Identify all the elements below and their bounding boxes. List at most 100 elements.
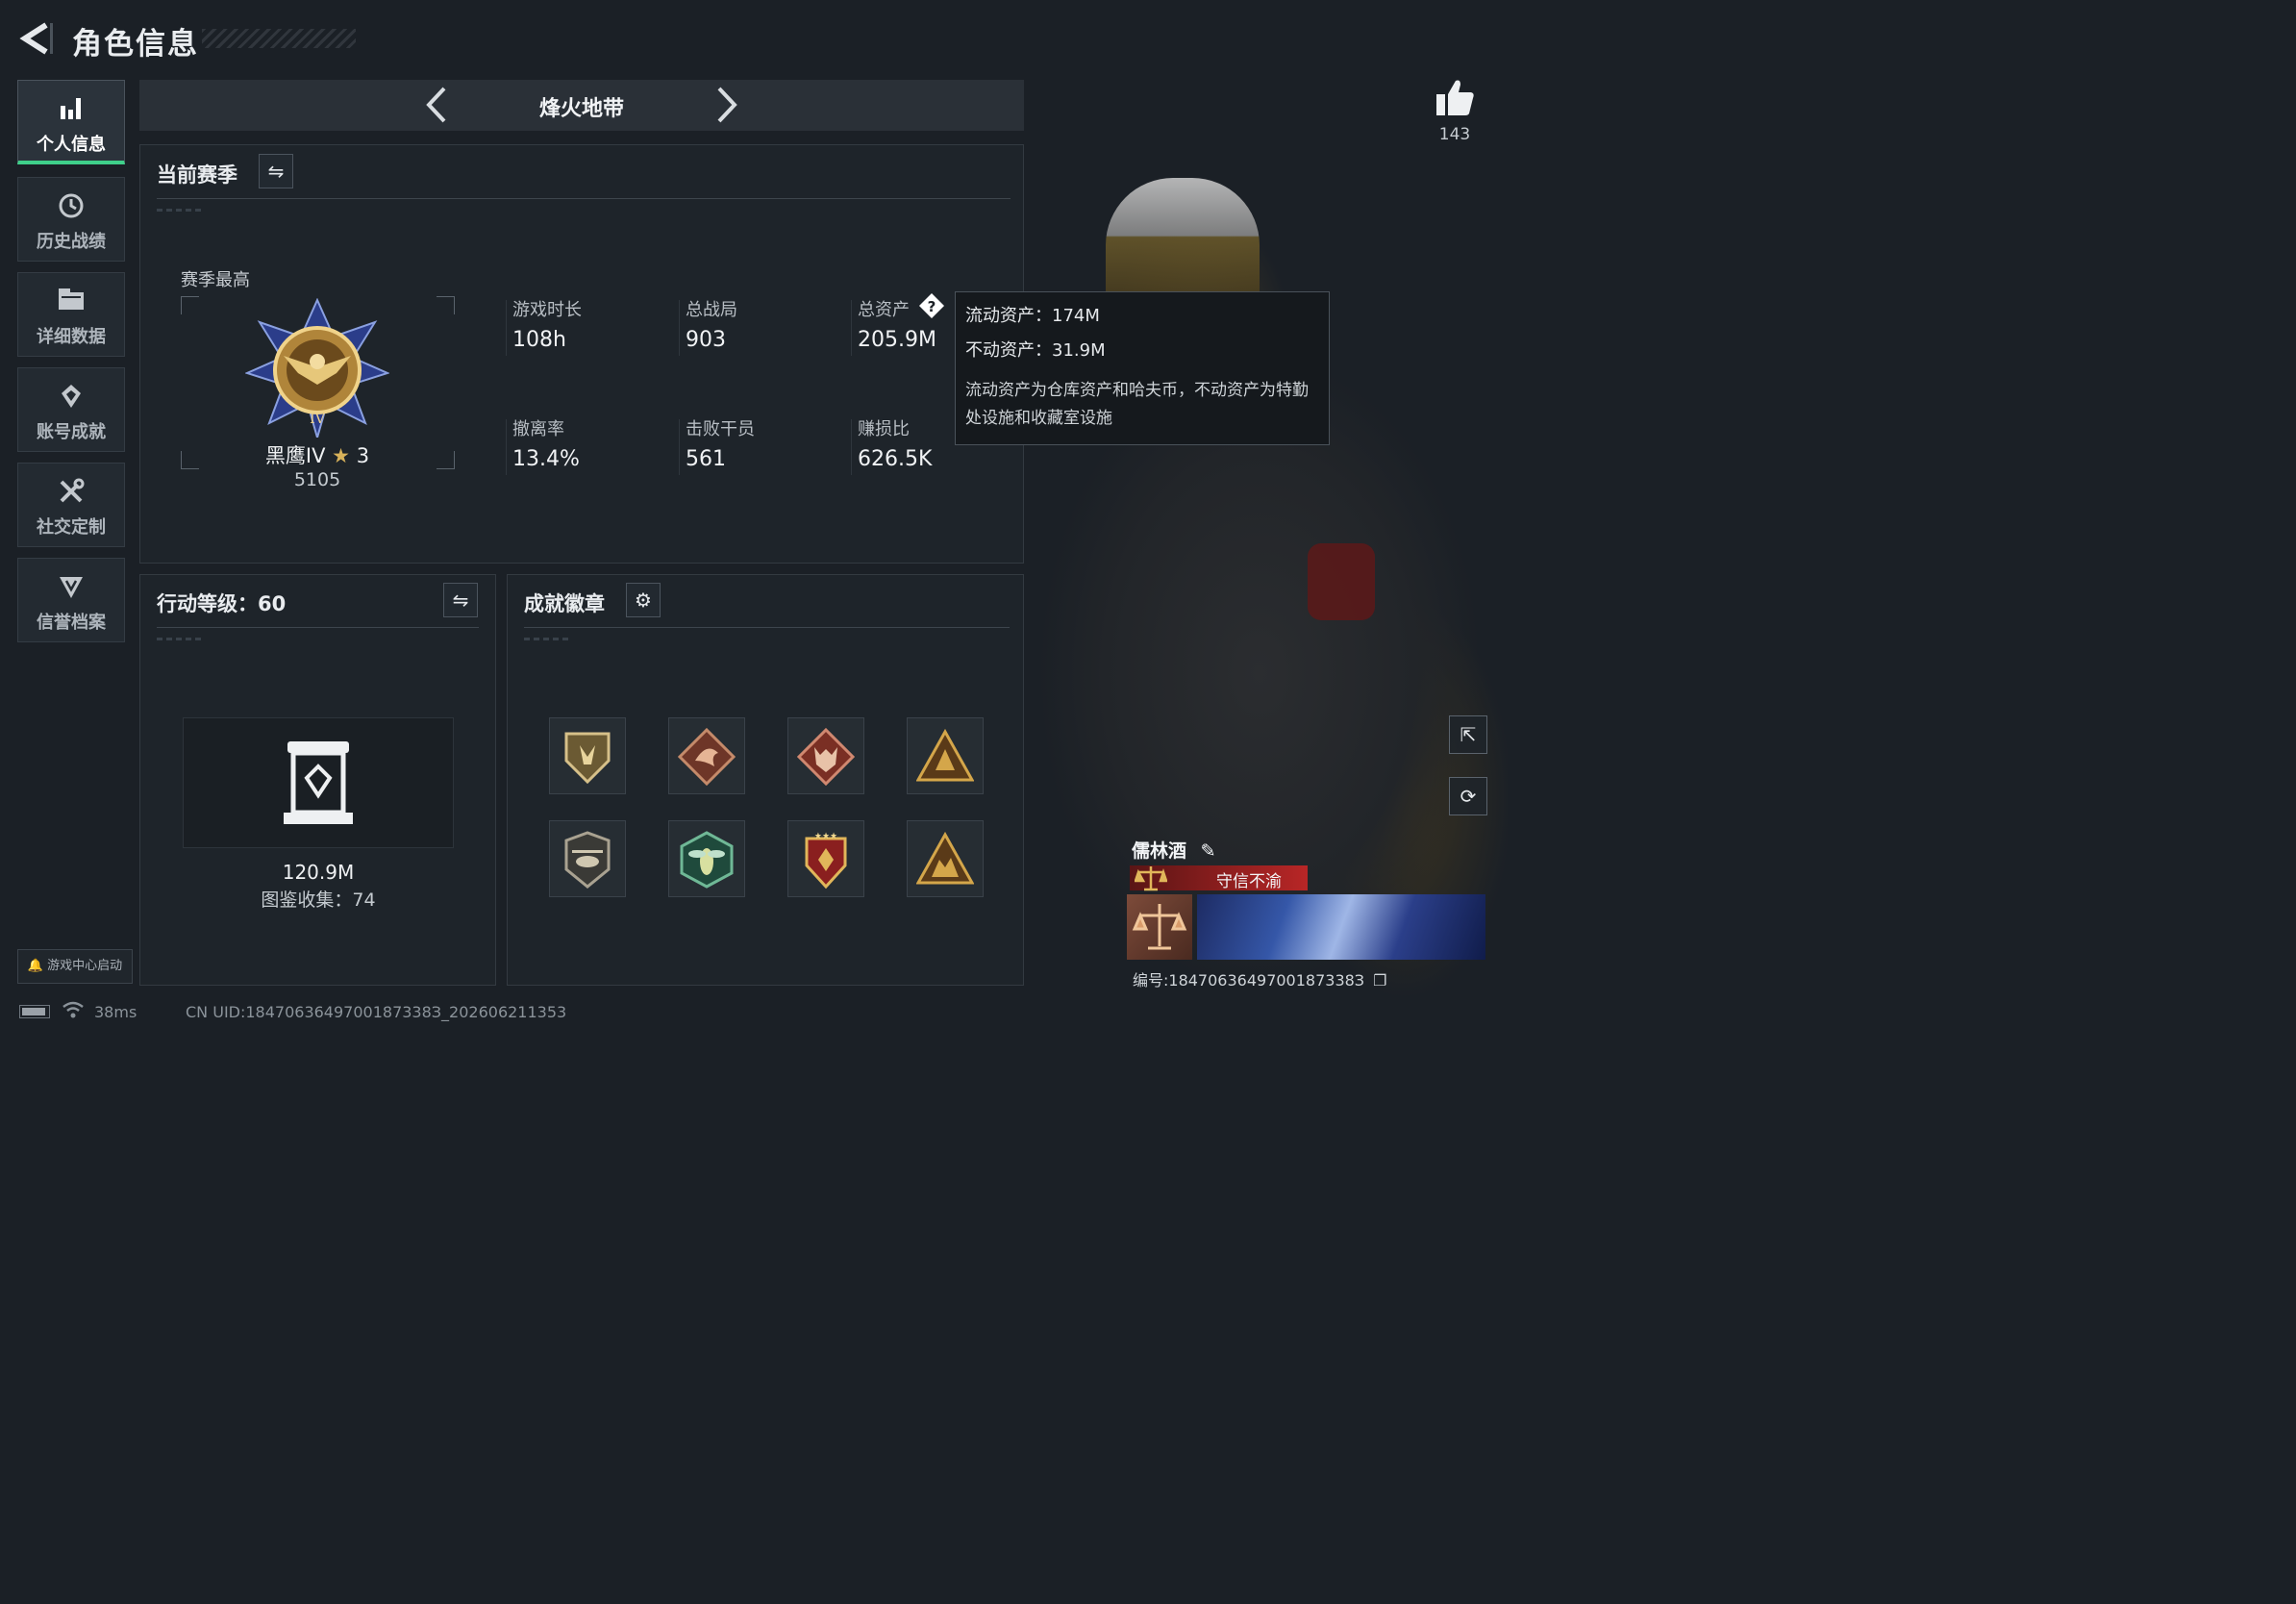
decoration	[157, 209, 205, 212]
collection-count: 图鉴收集：74	[261, 890, 376, 911]
badge-settings-button[interactable]: ⚙	[626, 583, 661, 617]
collection-box[interactable]	[183, 717, 454, 848]
chevron-right-icon[interactable]	[711, 85, 740, 125]
asset-help-button[interactable]: ?	[918, 292, 945, 319]
swap-season-button[interactable]: ⇋	[259, 154, 293, 188]
character-shoulder-patch	[1308, 543, 1375, 620]
divider	[157, 198, 1011, 199]
shield-emblem-icon	[564, 732, 611, 785]
sidebar-item-detailed-data[interactable]: 详细数据	[17, 272, 125, 357]
asset-tooltip: 流动资产：174M 不动资产：31.9M 流动资产为仓库资产和哈夫币，不动资产为…	[955, 291, 1330, 445]
bar-chart-icon	[18, 94, 124, 125]
badge-slot[interactable]	[787, 717, 864, 794]
share-button[interactable]: ⇱	[1449, 715, 1487, 754]
gear-icon: ⚙	[635, 589, 652, 612]
sidebar-item-social-custom[interactable]: 社交定制	[17, 463, 125, 547]
stat-value: 561	[686, 447, 726, 471]
star-shield-emblem-icon: ★★★	[805, 832, 847, 890]
shield-icon	[18, 572, 124, 603]
back-arrow-icon[interactable]	[17, 19, 56, 58]
swap-icon: ⇋	[452, 589, 469, 612]
player-name: 儒林酒	[1132, 840, 1187, 862]
badge-slot[interactable]: ★★★	[787, 820, 864, 897]
rank-score: 5105	[293, 469, 341, 490]
stat-label: 撤离率	[512, 419, 564, 439]
badges-title: 成就徽章	[524, 592, 605, 615]
collection-value: 120.9M	[282, 861, 355, 884]
sidebar-item-achievements[interactable]: 账号成就	[17, 367, 125, 452]
badge-slot[interactable]	[907, 717, 984, 794]
thumbs-up-icon[interactable]	[1433, 75, 1477, 119]
season-title: 当前赛季	[157, 163, 237, 187]
divider	[524, 627, 1010, 628]
sidebar-item-personal-info[interactable]: 个人信息	[17, 80, 125, 164]
copy-icon[interactable]: ❐	[1373, 971, 1386, 990]
profile-card-banner[interactable]	[1197, 894, 1485, 960]
game-center-launch-button[interactable]: 🔔 游戏中心启动	[17, 949, 133, 984]
svg-text:★★★: ★★★	[814, 832, 837, 841]
stat-label: 击败干员	[686, 419, 755, 439]
decoration	[157, 638, 205, 640]
helicopter-emblem-icon	[564, 831, 611, 889]
action-level-title: 行动等级：60	[157, 592, 287, 615]
rotate-icon: ⟳	[1460, 785, 1477, 808]
sidebar-item-label: 账号成就	[37, 422, 106, 442]
dragon-emblem-icon	[678, 728, 736, 786]
badge-slot[interactable]	[907, 820, 984, 897]
swap-action-level-button[interactable]: ⇋	[443, 583, 478, 617]
star-icon: ★	[332, 444, 350, 467]
stat-label: 游戏时长	[512, 300, 582, 320]
sidebar-item-label: 社交定制	[37, 517, 106, 538]
badge-slot[interactable]	[668, 717, 745, 794]
sidebar-item-label: 历史战绩	[37, 232, 106, 252]
player-id: 编号:1847063649700187338З	[1133, 971, 1365, 990]
network-ping: 38ms	[94, 1003, 137, 1021]
honor-title: 守信不渝	[1216, 872, 1282, 891]
sidebar-item-history[interactable]: 历史战绩	[17, 177, 125, 262]
edit-pencil-icon[interactable]: ✎	[1201, 840, 1216, 862]
stat-label: 赚损比	[858, 419, 910, 439]
folder-icon	[18, 287, 124, 317]
rank-name-row: 黑鹰IV ★ 3	[183, 440, 452, 469]
rank-badge-icon: IV	[245, 298, 389, 438]
hornet-emblem-icon	[680, 831, 734, 889]
bell-icon: 🔔	[27, 959, 44, 973]
divider	[506, 419, 507, 475]
stat-value: 903	[686, 328, 726, 352]
svg-text:?: ?	[928, 298, 936, 315]
rotate-model-button[interactable]: ⟳	[1449, 777, 1487, 815]
player-name-row: 儒林酒 ✎	[1132, 837, 1216, 863]
divider	[679, 419, 680, 475]
stat-value: 13.4%	[512, 447, 580, 471]
chevron-left-icon[interactable]	[423, 85, 452, 125]
stat-label: 总战局	[686, 300, 737, 320]
swap-icon: ⇋	[267, 160, 285, 183]
scales-icon	[1135, 866, 1167, 891]
wifi-icon	[62, 1001, 84, 1018]
user-uid: CN UID:1847063649700187338З_202606211353	[186, 1003, 567, 1021]
badge-slot[interactable]	[668, 820, 745, 897]
history-clock-icon	[18, 191, 124, 222]
profile-card-emblem[interactable]	[1127, 894, 1192, 960]
share-icon: ⇱	[1460, 723, 1477, 746]
triangle-emblem-icon	[916, 728, 974, 782]
divider	[157, 627, 479, 628]
season-peak-label: 赛季最高	[181, 270, 250, 290]
svg-text:IV: IV	[310, 412, 326, 427]
tooltip-liquid-assets: 流动资产：174M	[965, 306, 1100, 326]
badge-slot[interactable]	[549, 820, 626, 897]
mode-name: 烽火地带	[538, 97, 624, 121]
divider	[506, 300, 507, 356]
title-decoration	[202, 29, 356, 48]
wolf-emblem-icon	[797, 728, 855, 786]
stat-value: 205.9M	[858, 328, 936, 352]
sidebar-item-credit-record[interactable]: 信誉档案	[17, 558, 125, 642]
sidebar-item-label: 信誉档案	[37, 613, 106, 633]
display-case-icon	[284, 741, 353, 824]
divider	[851, 300, 852, 356]
sidebar-item-label: 个人信息	[37, 135, 106, 155]
badge-slot[interactable]	[549, 717, 626, 794]
stat-value: 108h	[512, 328, 566, 352]
launch-label: 游戏中心启动	[47, 959, 123, 973]
stat-value: 626.5K	[858, 447, 933, 471]
